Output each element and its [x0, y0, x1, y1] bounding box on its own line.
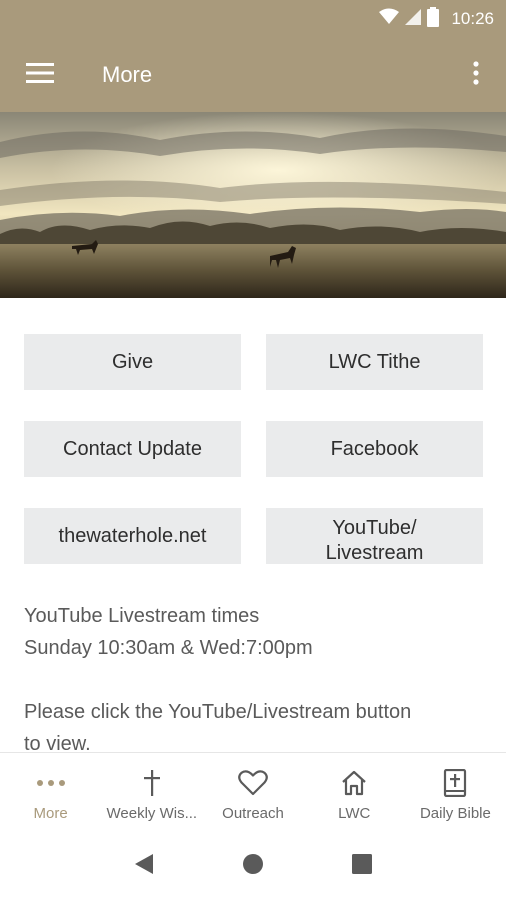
- nav-item-more[interactable]: More: [0, 753, 101, 832]
- nav-item-outreach[interactable]: Outreach: [202, 753, 303, 832]
- back-button[interactable]: [124, 846, 164, 886]
- more-vertical-icon: [473, 60, 479, 90]
- page-title: More: [102, 62, 153, 87]
- status-bar: 10:26: [0, 0, 506, 38]
- youtube-livestream-label: YouTube/ Livestream: [325, 517, 424, 564]
- menu-button[interactable]: [14, 49, 66, 101]
- home-circle-icon: [242, 853, 264, 880]
- lwc-tithe-button[interactable]: LWC Tithe: [266, 334, 483, 390]
- info-line: Sunday 10:30am & Wed:7:00pm: [24, 637, 313, 659]
- more-dots-icon: [36, 767, 66, 799]
- status-time: 10:26: [451, 9, 494, 28]
- info-line: YouTube Livestream times: [24, 605, 260, 627]
- heart-icon: [238, 767, 268, 799]
- home-button[interactable]: [233, 846, 273, 886]
- give-button[interactable]: Give: [24, 334, 241, 390]
- nav-label: Daily Bible: [419, 805, 491, 822]
- link-button-grid: Give LWC Tithe Contact Update Facebook t…: [24, 334, 483, 564]
- back-triangle-icon: [134, 853, 154, 880]
- cell-signal-icon: [405, 8, 422, 31]
- overflow-menu-button[interactable]: [456, 49, 496, 101]
- nav-label: LWC: [338, 805, 371, 822]
- nav-item-lwc[interactable]: LWC: [304, 753, 405, 832]
- status-icons: 10:26: [379, 6, 494, 32]
- livestream-info: YouTube Livestream times Sunday 10:30am …: [24, 600, 484, 752]
- cross-icon: [142, 767, 162, 799]
- recents-button[interactable]: [342, 846, 382, 886]
- facebook-button[interactable]: Facebook: [266, 421, 483, 477]
- youtube-livestream-button[interactable]: YouTube/ Livestream: [266, 508, 483, 564]
- nav-label: More: [33, 805, 68, 822]
- contact-update-button[interactable]: Contact Update: [24, 421, 241, 477]
- info-scroll-area[interactable]: YouTube Livestream times Sunday 10:30am …: [0, 600, 506, 752]
- recents-square-icon: [351, 853, 372, 879]
- nav-label: Weekly Wis...: [106, 805, 198, 822]
- hero-image: [0, 112, 506, 298]
- nav-label: Outreach: [222, 805, 284, 822]
- battery-icon: [427, 6, 440, 32]
- bible-icon: [443, 767, 467, 799]
- nav-item-weekly-wisdom[interactable]: Weekly Wis...: [101, 753, 202, 832]
- hamburger-menu-icon: [26, 62, 54, 88]
- bottom-navigation: More Weekly Wis... Outreach LWC Daily Bi…: [0, 752, 506, 832]
- website-button[interactable]: thewaterhole.net: [24, 508, 241, 564]
- system-navigation-bar: [0, 832, 506, 900]
- app-bar: More: [0, 38, 506, 112]
- wifi-icon: [379, 8, 400, 31]
- nav-item-daily-bible[interactable]: Daily Bible: [405, 753, 506, 832]
- info-line: to view.: [24, 733, 91, 752]
- home-icon: [341, 767, 367, 799]
- info-line: Please click the YouTube/Livestream butt…: [24, 701, 412, 723]
